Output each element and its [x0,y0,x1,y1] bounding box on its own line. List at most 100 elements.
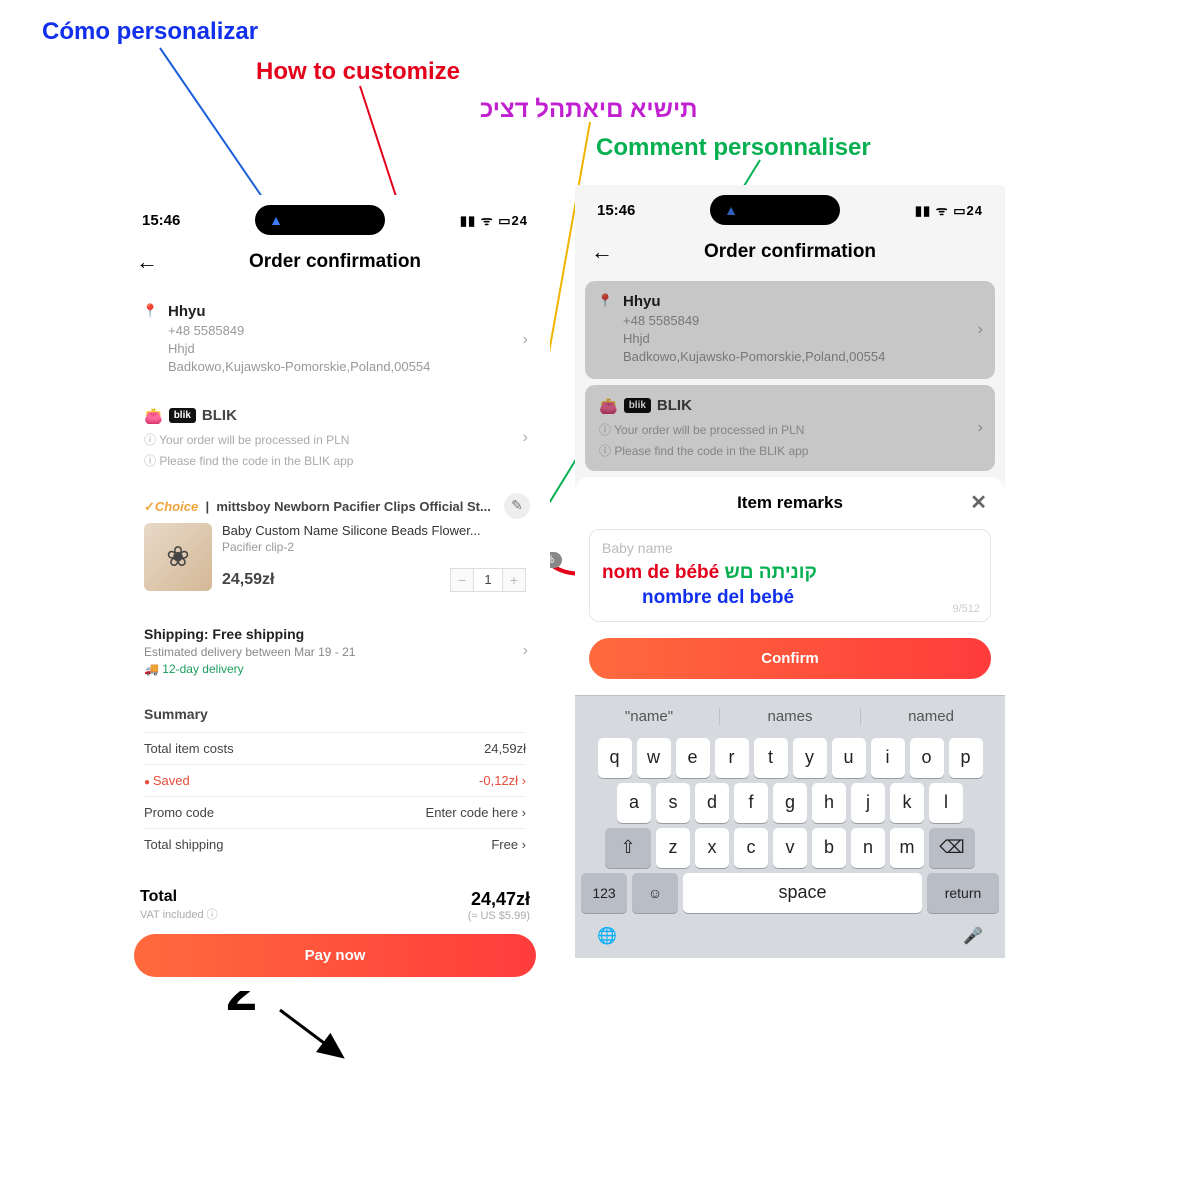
key-g[interactable]: g [773,783,807,823]
status-time: 15:46 [597,202,635,219]
demo-fr: nom de bébé [602,562,719,583]
qty-minus-button[interactable]: − [450,568,474,592]
annotation-fr: Comment personnaliser [596,134,871,162]
status-time: 15:46 [142,212,180,229]
numbers-key[interactable]: 123 [581,873,627,913]
key-x[interactable]: x [695,828,729,868]
payment-card[interactable]: 👛 blik BLIK Your order will be processed… [130,395,540,481]
item-remarks-icon[interactable]: ✎ [504,493,530,519]
remarks-textarea[interactable]: Baby name nom de bébé קוניתה םש nombre d… [589,529,991,622]
status-bar: 15:46 ▲ ▮▮ ᯤ ▭24 [120,195,550,241]
pay-now-button[interactable]: Pay now [134,934,536,977]
payment-note-2: Please find the code in the BLIK app [144,452,526,469]
notch: ▲ [710,195,840,225]
sum-saved-val[interactable]: -0,12zł › [479,773,526,788]
key-h[interactable]: h [812,783,846,823]
back-arrow-icon[interactable]: ← [136,249,156,275]
payment-note-1: Your order will be processed in PLN [144,431,526,448]
status-icons: ▮▮ ᯤ ▭24 [460,211,528,229]
sum-saved-lbl: Saved [144,773,190,788]
key-w[interactable]: w [637,738,671,778]
close-icon[interactable]: ✕ [970,490,987,515]
payment-method: BLIK [202,407,237,424]
modal-title: Item remarks [737,493,843,513]
key-q[interactable]: q [598,738,632,778]
key-j[interactable]: j [851,783,885,823]
chevron-right-icon: › [523,429,528,447]
arrow-step2 [280,1010,340,1055]
total-approx: (≈ US $5.99) [468,910,530,922]
key-o[interactable]: o [910,738,944,778]
key-i[interactable]: i [871,738,905,778]
chevron-right-icon: › [523,331,528,349]
keyboard-suggestions[interactable]: "name" names named [579,704,1001,733]
return-key[interactable]: return [927,873,999,913]
address-card: 📍 Hhyu +48 5585849 Hhjd Badkowo,Kujawsko… [585,281,995,379]
nav-arrow-icon: ▲ [724,202,738,218]
blik-badge: blik [624,398,651,413]
key-y[interactable]: y [793,738,827,778]
key-s[interactable]: s [656,783,690,823]
key-a[interactable]: a [617,783,651,823]
sum-ship-val[interactable]: Free › [491,837,526,852]
keyboard: "name" names named qwertyuiop asdfghjkl … [575,695,1005,958]
store-name: mittsboy Newborn Pacifier Clips Official… [216,499,491,514]
wallet-icon: 👛 [144,407,163,425]
key-v[interactable]: v [773,828,807,868]
chevron-right-icon: › [978,419,983,437]
sum-promo-lbl: Promo code [144,805,214,820]
address-card[interactable]: 📍 Hhyu +48 5585849 Hhjd Badkowo,Kujawsko… [130,291,540,389]
chevron-right-icon: › [523,642,528,660]
qty-value: 1 [474,568,502,592]
shipping-card[interactable]: Shipping: Free shipping Estimated delive… [130,614,540,688]
store-row: ✓Choice | mittsboy Newborn Pacifier Clip… [144,499,526,515]
key-m[interactable]: m [890,828,924,868]
shift-key[interactable]: ⇧ [605,828,651,868]
qty-plus-button[interactable]: + [502,568,526,592]
product-card: ✓Choice | mittsboy Newborn Pacifier Clip… [130,487,540,608]
summary-heading: Summary [144,706,526,722]
space-key[interactable]: space [683,873,922,913]
annotation-en: How to customize [256,58,460,86]
demo-es: nombre del bebé [602,587,794,608]
sum-item-costs-val: 24,59zł [484,741,526,756]
emoji-key[interactable]: ☺ [632,873,678,913]
backspace-key[interactable]: ⌫ [929,828,975,868]
shipping-badge: 🚚 12-day delivery [144,662,526,676]
back-arrow-icon[interactable]: ← [591,239,611,265]
phone-left: 15:46 ▲ ▮▮ ᯤ ▭24 ← Order confirmation 📍 … [120,195,550,991]
payment-card: 👛 blik BLIK Your order will be processed… [585,385,995,471]
item-remarks-modal: Item remarks ✕ Baby name nom de bébé קונ… [575,477,1005,695]
blik-badge: blik [169,408,196,423]
screen-header: ← Order confirmation [120,241,550,285]
key-u[interactable]: u [832,738,866,778]
key-z[interactable]: z [656,828,690,868]
key-l[interactable]: l [929,783,963,823]
sum-ship-lbl: Total shipping [144,837,224,852]
key-d[interactable]: d [695,783,729,823]
sum-promo-val[interactable]: Enter code here › [426,805,526,820]
key-k[interactable]: k [890,783,924,823]
key-c[interactable]: c [734,828,768,868]
nav-arrow-icon: ▲ [269,212,283,228]
key-p[interactable]: p [949,738,983,778]
quantity-stepper[interactable]: − 1 + [450,568,526,592]
key-b[interactable]: b [812,828,846,868]
key-n[interactable]: n [851,828,885,868]
product-price: 24,59zł [222,571,274,589]
total-label: Total [140,888,218,906]
screen-header: ← Order confirmation [575,231,1005,275]
phone-right: 15:46 ▲ ▮▮ ᯤ ▭24 ← Order confirmation 📍 … [575,185,1005,958]
mic-key[interactable]: 🎤 [963,926,983,946]
key-t[interactable]: t [754,738,788,778]
status-bar: 15:46 ▲ ▮▮ ᯤ ▭24 [575,185,1005,231]
product-thumbnail[interactable]: ❀ [144,523,212,591]
notch: ▲ [255,205,385,235]
key-e[interactable]: e [676,738,710,778]
key-f[interactable]: f [734,783,768,823]
globe-key[interactable]: 🌐 [597,926,617,946]
address-phone: +48 5585849 [168,322,526,340]
confirm-button[interactable]: Confirm [589,638,991,679]
key-r[interactable]: r [715,738,749,778]
annotation-es: Cómo personalizar [42,18,258,46]
